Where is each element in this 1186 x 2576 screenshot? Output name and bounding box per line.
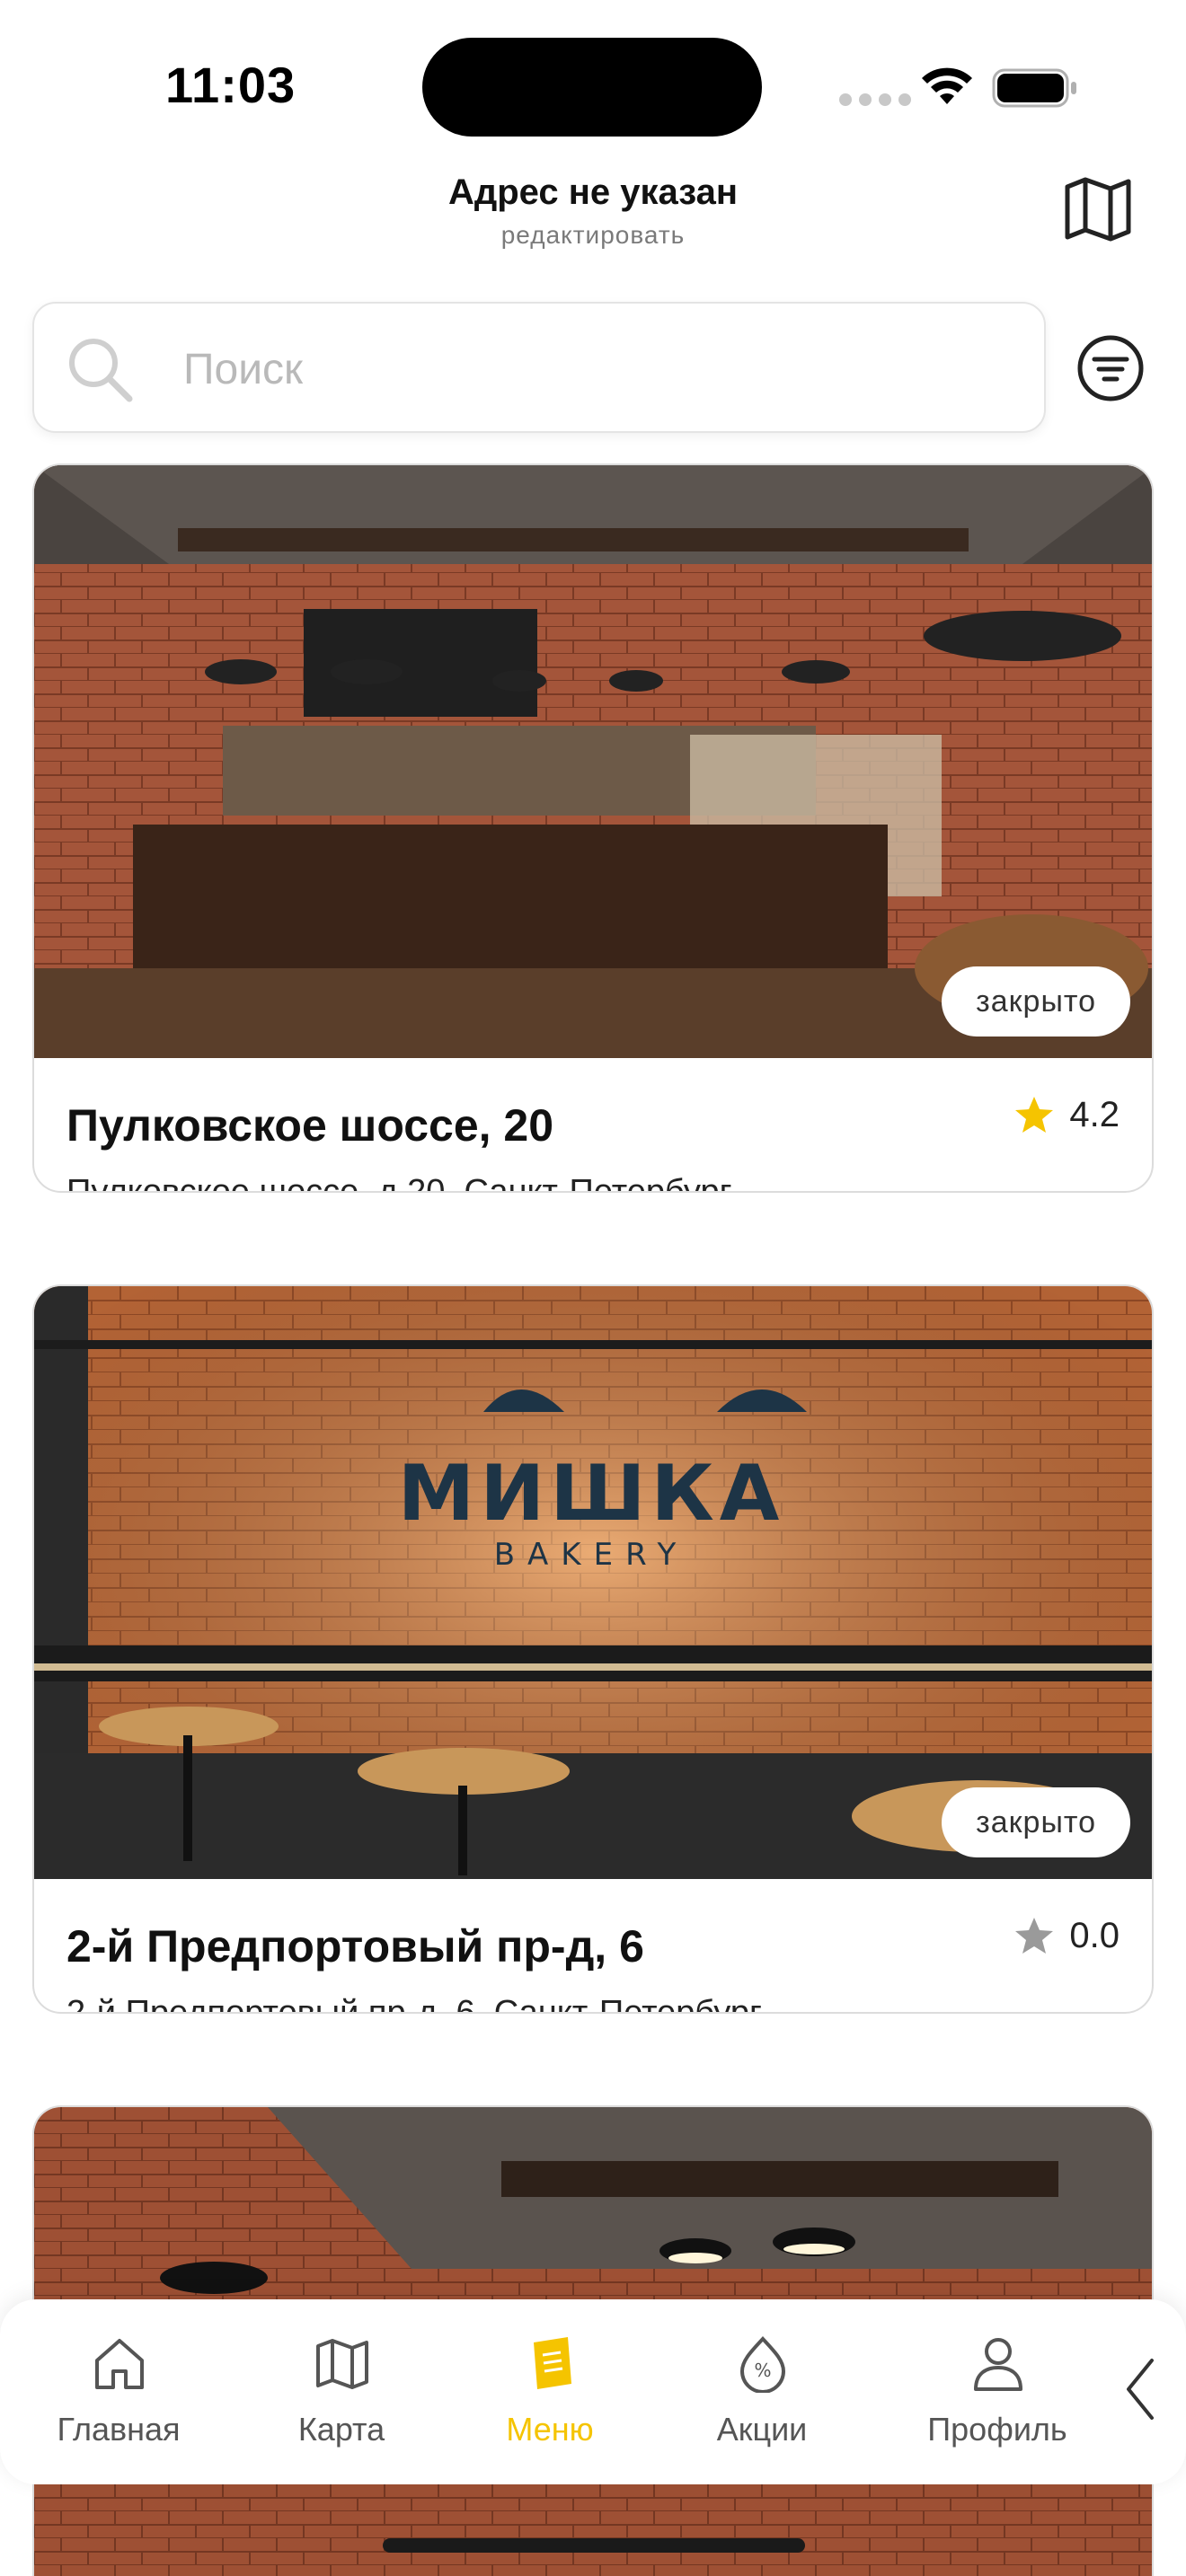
home-icon: [95, 2339, 144, 2389]
promo-icon: %: [739, 2336, 786, 2393]
tab-home[interactable]: Главная: [29, 2299, 208, 2484]
battery-icon: [992, 68, 1076, 108]
profile-icon: [974, 2338, 1022, 2391]
edit-address-link[interactable]: редактировать: [0, 221, 1186, 250]
dynamic-island: [422, 38, 762, 137]
app-screen: 11:03 Адрес не указан редактировать Поис…: [0, 0, 1186, 2576]
rating-value: 0.0: [1069, 1915, 1120, 1955]
status-badge: закрыто: [942, 966, 1130, 1037]
cafe-title: Пулковское шоссе, 20: [66, 1100, 554, 1151]
chevron-left-icon[interactable]: [1118, 2353, 1163, 2425]
status-badge: закрыто: [942, 1787, 1130, 1857]
photo-sign-sub: BAKERY: [494, 1537, 689, 1573]
star-icon: [1015, 1918, 1054, 1954]
menu-icon: [534, 2337, 571, 2389]
photo-sign: МИШКА: [398, 1449, 785, 1539]
rating: 4.2: [1013, 1094, 1120, 1135]
filter-icon[interactable]: [1075, 332, 1146, 404]
cafe-address: 2-й Предпортовый пр-д, 6, Санкт-Петербур…: [66, 1994, 762, 2014]
cafe-title: 2-й Предпортовый пр-д, 6: [66, 1921, 644, 1972]
search-input[interactable]: [183, 340, 992, 399]
tab-profile[interactable]: Профиль: [907, 2299, 1087, 2484]
tab-bar: Главная Карта Меню % Акции Профиль: [0, 2299, 1186, 2484]
cellular-signal-icon: [839, 93, 911, 106]
map-icon[interactable]: [1060, 171, 1136, 246]
tab-label: Главная: [57, 2411, 181, 2448]
search-box[interactable]: [32, 302, 1046, 433]
home-indicator[interactable]: [383, 2538, 805, 2553]
tab-label: Профиль: [927, 2411, 1067, 2448]
cafe-address: Пулковское шоссе, д.20, Санкт-Петербург: [66, 1173, 732, 1193]
search-icon: [69, 339, 133, 402]
svg-text:%: %: [754, 2360, 771, 2381]
tab-label: Меню: [506, 2411, 594, 2448]
map-icon: [316, 2339, 368, 2389]
cafe-card[interactable]: МИШКА BAKERY закрыто 2-й Предпортовый пр…: [32, 1284, 1154, 2014]
tab-promo[interactable]: % Акции: [672, 2299, 852, 2484]
tab-label: Карта: [297, 2411, 385, 2448]
cafe-card[interactable]: закрыто Пулковское шоссе, 20 4.2 Пулковс…: [32, 463, 1154, 1193]
star-icon: [1015, 1097, 1054, 1133]
rating-value: 4.2: [1069, 1094, 1120, 1134]
wifi-icon: [922, 67, 972, 104]
tab-map[interactable]: Карта: [252, 2299, 431, 2484]
address-title[interactable]: Адрес не указан: [0, 172, 1186, 213]
rating: 0.0: [1013, 1915, 1120, 1956]
status-time: 11:03: [165, 57, 296, 113]
tab-label: Акции: [716, 2411, 808, 2448]
tab-menu[interactable]: Меню: [460, 2299, 640, 2484]
